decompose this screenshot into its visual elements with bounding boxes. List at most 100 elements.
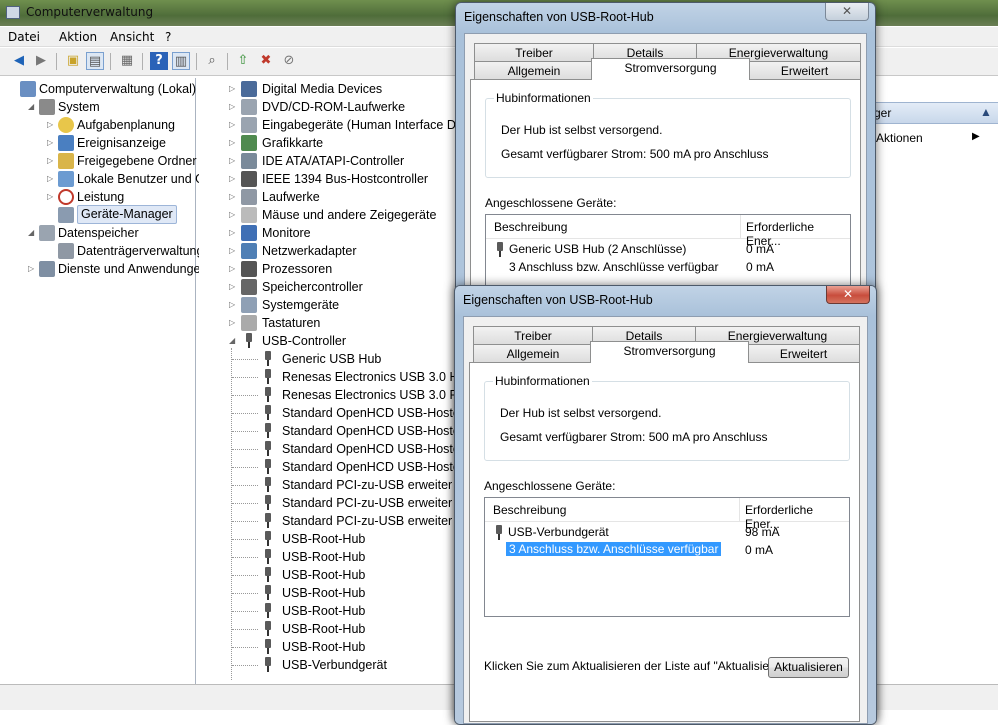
- collapsed-arrow-icon[interactable]: ▷: [229, 134, 237, 152]
- tree-item[interactable]: Computerverwaltung (Lokal): [0, 80, 196, 98]
- tree-item[interactable]: ◢ System: [0, 98, 196, 116]
- tab-treiber[interactable]: Treiber: [474, 43, 594, 62]
- device-item[interactable]: USB-Verbundgerät: [199, 656, 457, 674]
- collapsed-arrow-icon[interactable]: ▷: [47, 188, 55, 206]
- devices-list[interactable]: Beschreibung Erforderliche Ener... USB-V…: [484, 497, 850, 617]
- device-item[interactable]: Standard OpenHCD USB-Hostco: [199, 458, 466, 476]
- device-item[interactable]: USB-Root-Hub: [199, 548, 457, 566]
- chevron-right-icon[interactable]: ▶: [972, 131, 980, 142]
- help-icon[interactable]: ?: [150, 52, 168, 70]
- device-category[interactable]: ▷ IDE ATA/ATAPI-Controller: [199, 152, 457, 170]
- device-item[interactable]: Generic USB Hub: [199, 350, 457, 368]
- tree-item[interactable]: ▷ Dienste und Anwendungen: [0, 260, 207, 278]
- device-category[interactable]: ▷ Laufwerke: [199, 188, 457, 206]
- device-category[interactable]: ▷ Tastaturen: [199, 314, 457, 332]
- collapsed-arrow-icon[interactable]: ▷: [47, 116, 55, 134]
- device-item[interactable]: Standard PCI-zu-USB erweiter: [199, 512, 457, 530]
- tree-item[interactable]: ▷ Ereignisanzeige: [0, 134, 196, 152]
- tree-item[interactable]: Geräte-Manager: [0, 205, 196, 224]
- device-category[interactable]: ▷ DVD/CD-ROM-Laufwerke: [199, 98, 457, 116]
- tree-item[interactable]: ▷ Aufgabenplanung: [0, 116, 196, 134]
- tree-item[interactable]: ▷ Leistung: [0, 188, 196, 206]
- close-icon[interactable]: ✕: [826, 286, 870, 304]
- device-item[interactable]: USB-Root-Hub: [199, 638, 457, 656]
- collapsed-arrow-icon[interactable]: ▷: [229, 116, 237, 134]
- back-arrow-icon[interactable]: ◀: [10, 52, 28, 70]
- device-category[interactable]: ▷ Netzwerkadapter: [199, 242, 457, 260]
- list-item[interactable]: Generic USB Hub (2 Anschlüsse): [509, 242, 686, 256]
- device-item[interactable]: Renesas Electronics USB 3.0 Host: [199, 368, 475, 386]
- device-item[interactable]: Standard OpenHCD USB-Hostco: [199, 422, 466, 440]
- device-category[interactable]: ▷ Prozessoren: [199, 260, 457, 278]
- device-category[interactable]: ▷ Speichercontroller: [199, 278, 457, 296]
- device-item[interactable]: USB-Root-Hub: [199, 602, 457, 620]
- collapsed-arrow-icon[interactable]: ▷: [47, 152, 55, 170]
- menu-help[interactable]: ?: [165, 30, 171, 44]
- menu-aktion[interactable]: Aktion: [59, 30, 97, 44]
- device-item[interactable]: USB-Root-Hub: [199, 620, 457, 638]
- device-category[interactable]: ▷ Digital Media Devices: [199, 80, 457, 98]
- show-tree-icon[interactable]: ▤: [86, 52, 104, 70]
- action-pane-icon[interactable]: ▥: [172, 52, 190, 70]
- menu-datei[interactable]: Datei: [8, 30, 40, 44]
- uninstall-icon[interactable]: ✖: [257, 52, 275, 70]
- tab-stromversorgung[interactable]: Stromversorgung: [591, 58, 750, 80]
- list-item[interactable]: 3 Anschluss bzw. Anschlüsse verfügbar: [509, 260, 718, 274]
- tree-item[interactable]: ◢ Datenspeicher: [0, 224, 196, 242]
- device-item[interactable]: USB-Root-Hub: [199, 584, 457, 602]
- device-item[interactable]: Renesas Electronics USB 3.0 Root: [199, 386, 476, 404]
- tab-treiber[interactable]: Treiber: [473, 326, 593, 345]
- collapsed-arrow-icon[interactable]: ▷: [229, 242, 237, 260]
- collapsed-arrow-icon[interactable]: ▷: [229, 98, 237, 116]
- expanded-arrow-icon[interactable]: ◢: [28, 98, 36, 116]
- tab-allgemein[interactable]: Allgemein: [473, 344, 593, 363]
- device-category[interactable]: ▷ Systemgeräte: [199, 296, 457, 314]
- collapsed-arrow-icon[interactable]: ▷: [229, 296, 237, 314]
- device-category[interactable]: ▷ Grafikkarte: [199, 134, 457, 152]
- collapsed-arrow-icon[interactable]: ▷: [229, 206, 237, 224]
- collapsed-arrow-icon[interactable]: ▷: [28, 260, 36, 278]
- menu-ansicht[interactable]: Ansicht: [110, 30, 154, 44]
- collapsed-arrow-icon[interactable]: ▷: [47, 170, 55, 188]
- collapsed-arrow-icon[interactable]: ▷: [229, 260, 237, 278]
- actions-header[interactable]: ger ▲: [872, 102, 998, 124]
- properties-icon[interactable]: ▦: [118, 52, 136, 70]
- expanded-arrow-icon[interactable]: ◢: [229, 332, 237, 350]
- tab-erweitert[interactable]: Erweitert: [748, 61, 861, 80]
- tab-erweitert[interactable]: Erweitert: [747, 344, 860, 363]
- expanded-arrow-icon[interactable]: ◢: [28, 224, 36, 242]
- device-category[interactable]: ▷ Mäuse und andere Zeigegeräte: [199, 206, 457, 224]
- device-item[interactable]: Standard PCI-zu-USB erweiter: [199, 476, 457, 494]
- tree-item[interactable]: ▷ Lokale Benutzer und Gr: [0, 170, 209, 188]
- col-description[interactable]: Beschreibung: [494, 220, 567, 234]
- device-item[interactable]: USB-Root-Hub: [199, 566, 457, 584]
- collapsed-arrow-icon[interactable]: ▷: [229, 170, 237, 188]
- device-category[interactable]: ▷ Eingabegeräte (Human Interface Devi: [199, 116, 472, 134]
- device-item[interactable]: USB-Root-Hub: [199, 530, 457, 548]
- collapsed-arrow-icon[interactable]: ▷: [229, 152, 237, 170]
- device-category[interactable]: ▷ IEEE 1394 Bus-Hostcontroller: [199, 170, 457, 188]
- update-driver-icon[interactable]: ⇧: [234, 52, 252, 70]
- tab-allgemein[interactable]: Allgemein: [474, 61, 594, 80]
- collapsed-arrow-icon[interactable]: ▷: [229, 80, 237, 98]
- device-item[interactable]: Standard OpenHCD USB-Hostco: [199, 440, 466, 458]
- actions-item[interactable]: Aktionen: [876, 131, 923, 145]
- collapsed-arrow-icon[interactable]: ▷: [229, 224, 237, 242]
- tree-item[interactable]: ▷ Freigegebene Ordner: [0, 152, 197, 170]
- close-icon[interactable]: ✕: [825, 3, 869, 21]
- list-item-selected[interactable]: 3 Anschluss bzw. Anschlüsse verfügbar: [506, 542, 722, 556]
- up-folder-icon[interactable]: ▣: [64, 52, 82, 70]
- collapse-up-icon[interactable]: ▲: [980, 105, 992, 119]
- scan-hardware-icon[interactable]: ⌕: [203, 52, 221, 70]
- tab-stromversorgung[interactable]: Stromversorgung: [590, 341, 749, 363]
- collapsed-arrow-icon[interactable]: ▷: [229, 278, 237, 296]
- device-item[interactable]: Standard OpenHCD USB-Hostco: [199, 404, 466, 422]
- forward-arrow-icon[interactable]: ▶: [32, 52, 50, 70]
- list-item[interactable]: USB-Verbundgerät: [508, 525, 609, 539]
- collapsed-arrow-icon[interactable]: ▷: [229, 188, 237, 206]
- device-category[interactable]: ▷ Monitore: [199, 224, 457, 242]
- refresh-button[interactable]: Aktualisieren: [768, 657, 849, 678]
- tree-item[interactable]: Datenträgerverwaltung: [0, 242, 203, 260]
- disable-device-icon[interactable]: ⊘: [280, 52, 298, 70]
- col-description[interactable]: Beschreibung: [493, 503, 566, 517]
